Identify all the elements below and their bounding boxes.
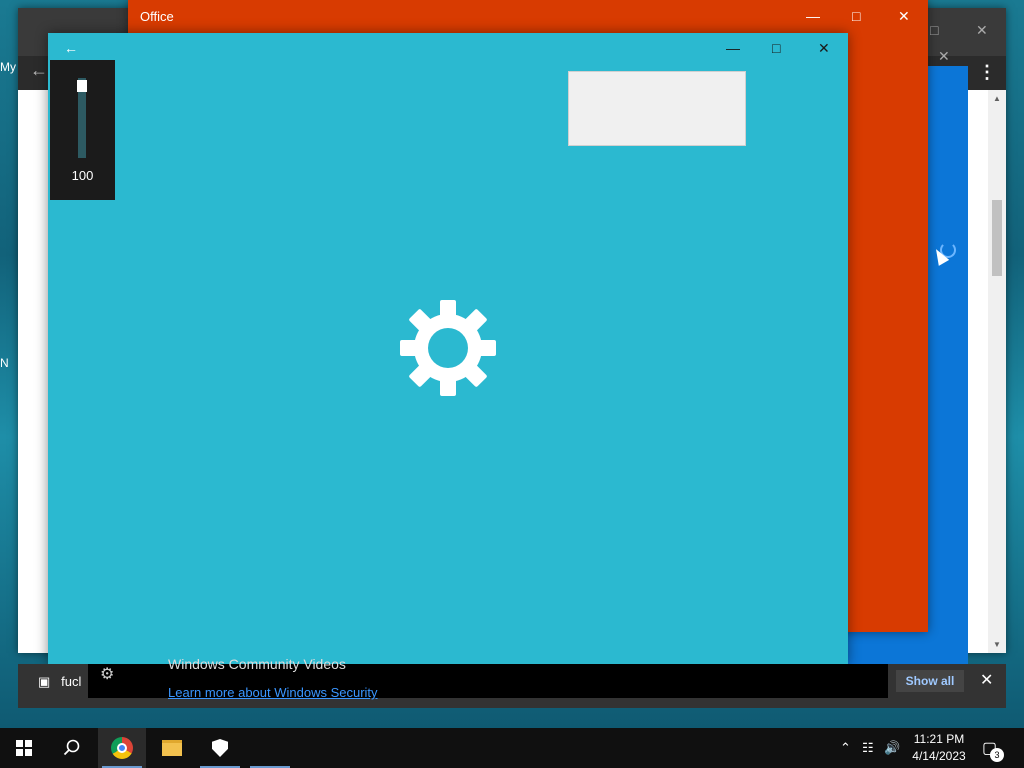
show-all-button[interactable]: Show all xyxy=(896,670,964,692)
windows-security-taskbar-button[interactable] xyxy=(196,728,244,768)
maximize-icon[interactable]: □ xyxy=(852,8,860,24)
main-app-window[interactable]: ← — □ ✕ 100 xyxy=(48,33,848,665)
taskbar-slot[interactable] xyxy=(246,728,294,768)
volume-level: 100 xyxy=(71,168,94,183)
search-button[interactable] xyxy=(48,728,96,768)
gear-icon: ⚙ xyxy=(100,666,115,683)
start-button[interactable] xyxy=(0,728,48,768)
clock[interactable]: 11:21 PM 4/14/2023 xyxy=(906,731,972,765)
minimize-icon[interactable]: — xyxy=(806,8,820,24)
security-notification[interactable]: ⚙ Windows Community Videos Learn more ab… xyxy=(88,656,888,700)
folder-icon xyxy=(162,740,182,756)
minimize-icon[interactable]: — xyxy=(726,40,740,56)
close-icon[interactable]: ✕ xyxy=(976,22,988,39)
windows-logo-icon xyxy=(16,740,32,756)
maximize-icon[interactable]: □ xyxy=(772,40,780,56)
clock-date: 4/14/2023 xyxy=(912,749,966,763)
side-text: My xyxy=(0,60,16,74)
blank-panel xyxy=(568,71,746,146)
back-arrow-icon[interactable]: ← xyxy=(30,60,48,81)
close-icon[interactable]: ✕ xyxy=(898,8,910,25)
close-icon[interactable]: ✕ xyxy=(938,48,950,65)
show-hidden-icons[interactable]: ⌃ xyxy=(840,728,851,768)
download-item[interactable]: ▣ fucl xyxy=(38,674,81,690)
network-icon[interactable]: ☷ xyxy=(862,728,874,768)
chrome-icon xyxy=(111,737,133,759)
settings-gear-icon xyxy=(400,300,496,396)
close-icon[interactable]: ✕ xyxy=(980,670,993,690)
taskbar: ⌃ ☷ 🔊 11:21 PM 4/14/2023 ▢ 3 xyxy=(0,728,1024,768)
volume-icon[interactable]: 🔊 xyxy=(884,728,900,768)
search-icon xyxy=(63,739,80,756)
scrollbar-thumb[interactable] xyxy=(992,200,1002,276)
scroll-down-icon[interactable]: ▼ xyxy=(993,640,1001,649)
scrollbar[interactable]: ▲ ▼ xyxy=(988,90,1006,653)
notification-link[interactable]: Learn more about Windows Security xyxy=(168,685,378,700)
download-label: fucl xyxy=(61,674,82,689)
notification-title: Windows Community Videos xyxy=(168,656,346,672)
volume-slider-thumb[interactable] xyxy=(77,80,87,92)
notification-count-badge: 3 xyxy=(990,748,1004,762)
more-menu-icon[interactable]: ⋮ xyxy=(978,62,996,83)
window-title: Office xyxy=(140,9,174,24)
file-explorer-taskbar-button[interactable] xyxy=(148,728,196,768)
maximize-icon[interactable]: □ xyxy=(930,22,938,38)
close-icon[interactable]: ✕ xyxy=(818,40,830,57)
shield-icon xyxy=(212,739,228,757)
clock-time: 11:21 PM xyxy=(913,732,965,746)
chrome-taskbar-button[interactable] xyxy=(98,728,146,768)
volume-flyout[interactable]: 100 xyxy=(50,60,115,200)
back-arrow-icon[interactable]: ← xyxy=(64,40,78,56)
scroll-up-icon[interactable]: ▲ xyxy=(993,94,1001,103)
side-text: N xyxy=(0,356,9,370)
